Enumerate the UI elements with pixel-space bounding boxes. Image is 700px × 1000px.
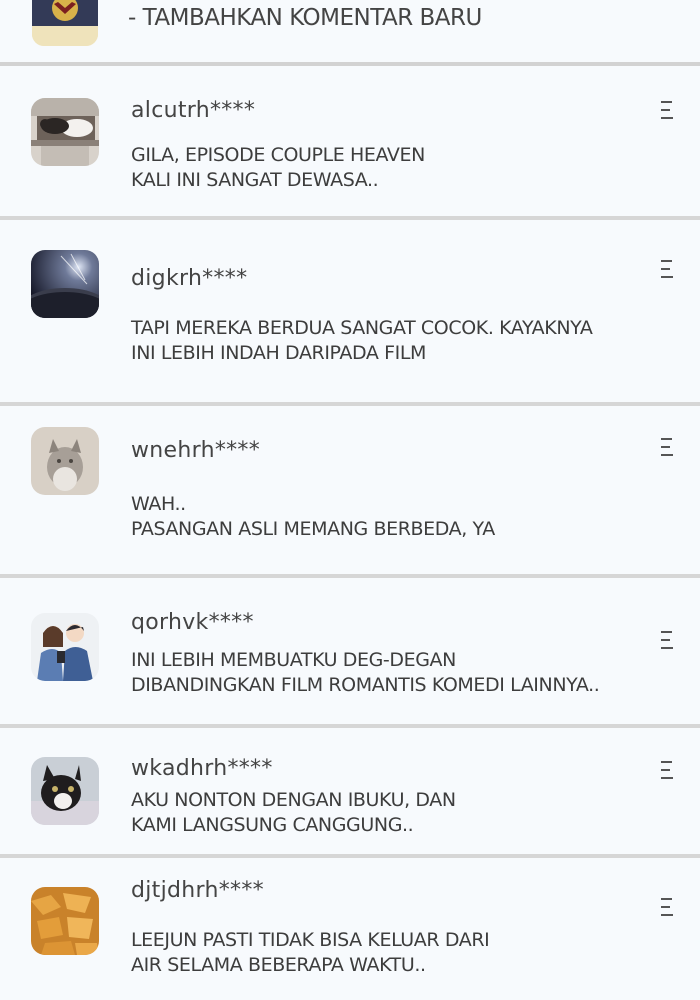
comment-username[interactable]: digkrh****: [131, 266, 247, 291]
comment-item: qorhvk**** INI LEBIH MEMBUATKU DEG-DEGAN…: [0, 578, 700, 728]
comment-username[interactable]: djtjdhrh****: [131, 878, 264, 903]
comment-username[interactable]: wkadhrh****: [131, 756, 273, 781]
user-avatar[interactable]: [31, 887, 99, 955]
comment-text-line: KAMI LANGSUNG CANGGUNG..: [131, 814, 414, 836]
user-avatar[interactable]: [31, 98, 99, 166]
comment-item: wkadhrh**** AKU NONTON DENGAN IBUKU, DAN…: [0, 728, 700, 858]
comment-text-line: AKU NONTON DENGAN IBUKU, DAN: [131, 789, 456, 811]
comment-text-line: AIR SELAMA BEBERAPA WAKTU..: [131, 954, 426, 976]
user-avatar[interactable]: [31, 250, 99, 318]
comment-text: TAPI MEREKA BERDUA SANGAT COCOK. KAYAKNY…: [131, 316, 593, 366]
more-menu-icon[interactable]: [661, 761, 673, 781]
comment-text-line: INI LEBIH MEMBUATKU DEG-DEGAN: [131, 649, 456, 671]
comment-text-line: KALI INI SANGAT DEWASA..: [131, 169, 379, 191]
comment-item: digkrh**** TAPI MEREKA BERDUA SANGAT COC…: [0, 220, 700, 406]
more-menu-icon[interactable]: [661, 101, 673, 121]
comment-username[interactable]: alcutrh****: [131, 98, 255, 123]
comment-username[interactable]: wnehrh****: [131, 438, 260, 463]
comment-text: LEEJUN PASTI TIDAK BISA KELUAR DARI AIR …: [131, 928, 490, 978]
comment-text: AKU NONTON DENGAN IBUKU, DAN KAMI LANGSU…: [131, 788, 456, 838]
comment-text: WAH.. PASANGAN ASLI MEMANG BERBEDA, YA: [131, 492, 495, 542]
add-comment-link[interactable]: - TAMBAHKAN KOMENTAR BARU: [128, 5, 482, 31]
comment-text-line: DIBANDINGKAN FILM ROMANTIS KOMEDI LAINNY…: [131, 674, 600, 696]
comment-text-line: LEEJUN PASTI TIDAK BISA KELUAR DARI: [131, 929, 490, 951]
more-menu-icon[interactable]: [661, 631, 673, 651]
badge-avatar-icon: [32, 0, 98, 46]
comment-item: wnehrh**** WAH.. PASANGAN ASLI MEMANG BE…: [0, 406, 700, 578]
comment-text-line: WAH..: [131, 493, 186, 515]
comment-username[interactable]: qorhvk****: [131, 610, 254, 635]
comment-text-line: GILA, EPISODE COUPLE HEAVEN: [131, 144, 425, 166]
comment-text-line: INI LEBIH INDAH DARIPADA FILM: [131, 342, 427, 364]
more-menu-icon[interactable]: [661, 898, 673, 918]
more-menu-icon[interactable]: [661, 260, 673, 280]
comment-item: djtjdhrh**** LEEJUN PASTI TIDAK BISA KEL…: [0, 858, 700, 1000]
comment-text-line: PASANGAN ASLI MEMANG BERBEDA, YA: [131, 518, 495, 540]
user-avatar[interactable]: [31, 427, 99, 495]
comment-item: alcutrh**** GILA, EPISODE COUPLE HEAVEN …: [0, 66, 700, 220]
user-avatar[interactable]: [31, 613, 99, 681]
comment-text: INI LEBIH MEMBUATKU DEG-DEGAN DIBANDINGK…: [131, 648, 600, 698]
more-menu-icon[interactable]: [661, 438, 673, 458]
comment-text-line: TAPI MEREKA BERDUA SANGAT COCOK. KAYAKNY…: [131, 317, 593, 339]
add-comment-header[interactable]: - TAMBAHKAN KOMENTAR BARU: [0, 0, 700, 66]
comment-text: GILA, EPISODE COUPLE HEAVEN KALI INI SAN…: [131, 143, 425, 193]
user-avatar[interactable]: [31, 757, 99, 825]
